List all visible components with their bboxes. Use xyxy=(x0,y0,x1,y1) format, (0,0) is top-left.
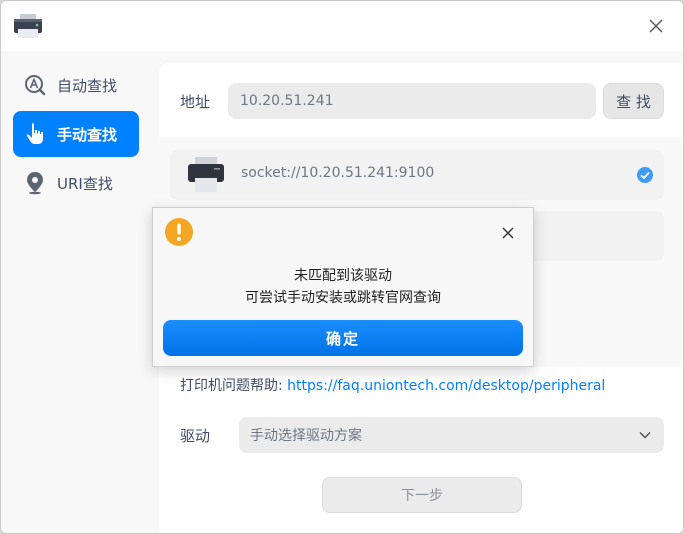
sidebar: 自动查找 手动查找 URI查找 xyxy=(1,51,151,533)
printer-app-icon xyxy=(13,14,43,40)
driver-label: 驱动 xyxy=(180,427,211,445)
next-button[interactable]: 下一步 xyxy=(322,477,522,513)
sidebar-item-label: 自动查找 xyxy=(57,76,118,95)
device-uri: socket://10.20.51.241:9100 xyxy=(241,165,435,181)
titlebar xyxy=(1,1,683,51)
address-label: 地址 xyxy=(180,93,211,111)
sidebar-item-auto-search[interactable]: 自动查找 xyxy=(13,62,139,108)
list-item[interactable]: socket://10.20.51.241:9100 xyxy=(170,150,664,200)
help-link[interactable]: https://faq.uniontech.com/desktop/periph… xyxy=(287,378,605,394)
driver-select[interactable]: 手动选择驱动方案 xyxy=(239,417,664,453)
warning-icon xyxy=(164,217,194,247)
printer-icon xyxy=(186,157,226,193)
checkmark-icon xyxy=(636,166,654,184)
help-row: 打印机问题帮助: https://faq.uniontech.com/deskt… xyxy=(180,375,605,395)
ok-button[interactable]: 确定 xyxy=(163,320,523,356)
printer-add-window: 自动查找 手动查找 URI查找 地址 10.20.51.241 查 找 sock… xyxy=(0,0,684,534)
driver-value: 手动选择驱动方案 xyxy=(250,428,362,444)
dialog-title: 未匹配到该驱动 xyxy=(294,268,392,284)
address-input[interactable]: 10.20.51.241 xyxy=(228,83,596,119)
address-value: 10.20.51.241 xyxy=(240,93,334,109)
find-button[interactable]: 查 找 xyxy=(603,83,664,119)
auto-search-icon xyxy=(23,73,47,97)
close-icon[interactable] xyxy=(497,222,519,244)
sidebar-item-uri-search[interactable]: URI查找 xyxy=(13,160,139,206)
help-label: 打印机问题帮助: xyxy=(180,378,283,394)
hand-pointer-icon xyxy=(23,122,47,146)
sidebar-item-manual-search[interactable]: 手动查找 xyxy=(13,111,139,157)
location-pin-icon xyxy=(23,171,47,195)
close-icon[interactable] xyxy=(643,13,669,39)
chevron-down-icon xyxy=(638,428,652,442)
dialog-message: 可尝试手动安装或跳转官网查询 xyxy=(245,290,441,306)
driver-not-found-dialog: 未匹配到该驱动 可尝试手动安装或跳转官网查询 确定 xyxy=(152,207,534,367)
sidebar-item-label: 手动查找 xyxy=(57,125,118,144)
sidebar-item-label: URI查找 xyxy=(57,174,113,193)
